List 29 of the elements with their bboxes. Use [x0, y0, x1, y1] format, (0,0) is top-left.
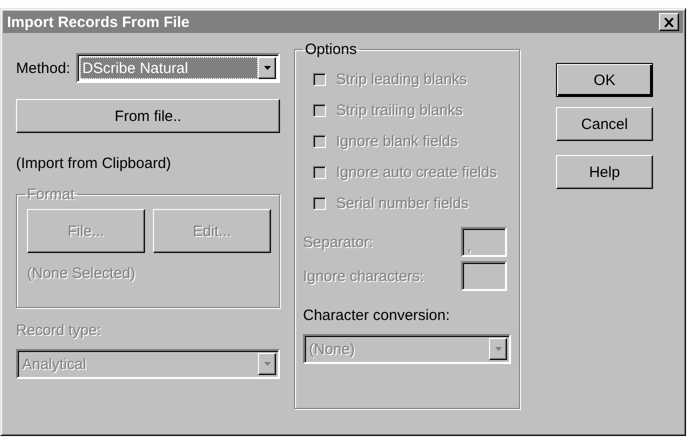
- dropdown-button[interactable]: [258, 353, 276, 375]
- group-title: Options: [304, 41, 358, 58]
- from-file-button[interactable]: From file..: [16, 99, 280, 133]
- field-label: Separator:: [303, 234, 374, 250]
- method-dropdown[interactable]: DScribe Natural: [76, 53, 280, 83]
- dialog-button[interactable]: Cancel: [556, 107, 653, 141]
- checkbox-label: Strip leading blanks: [336, 71, 467, 88]
- checkbox-label: Serial number fields: [336, 195, 469, 212]
- dropdown-arrow-icon: [264, 66, 270, 70]
- dropdown-arrow-icon: [494, 347, 502, 351]
- dropdown-arrow-icon: [264, 362, 270, 366]
- dialog-button[interactable]: Help: [556, 155, 653, 189]
- dropdown-button[interactable]: [258, 57, 276, 79]
- window-title: Import Records From File: [7, 14, 190, 30]
- checkbox-label: Ignore auto create fields: [336, 164, 497, 181]
- close-icon: [664, 18, 674, 26]
- dropdown-value: Analytical: [21, 354, 88, 374]
- checkbox-label: Ignore blank fields: [336, 133, 458, 150]
- method-label: Method:: [16, 60, 70, 76]
- close-button[interactable]: [659, 13, 679, 31]
- dialog-button[interactable]: OK: [556, 63, 653, 97]
- dropdown-value: (None): [308, 340, 356, 360]
- record-type-label: Record type:: [16, 322, 102, 339]
- import-source-text: (Import from Clipboard): [16, 155, 172, 172]
- format-selection-text: (None Selected): [27, 265, 136, 282]
- field-label: Ignore characters:: [303, 268, 424, 284]
- dropdown-value: DScribe Natural: [80, 57, 258, 79]
- character-conversion-label: Character conversion:: [303, 307, 450, 324]
- checkbox-label: Strip trailing blanks: [336, 102, 463, 119]
